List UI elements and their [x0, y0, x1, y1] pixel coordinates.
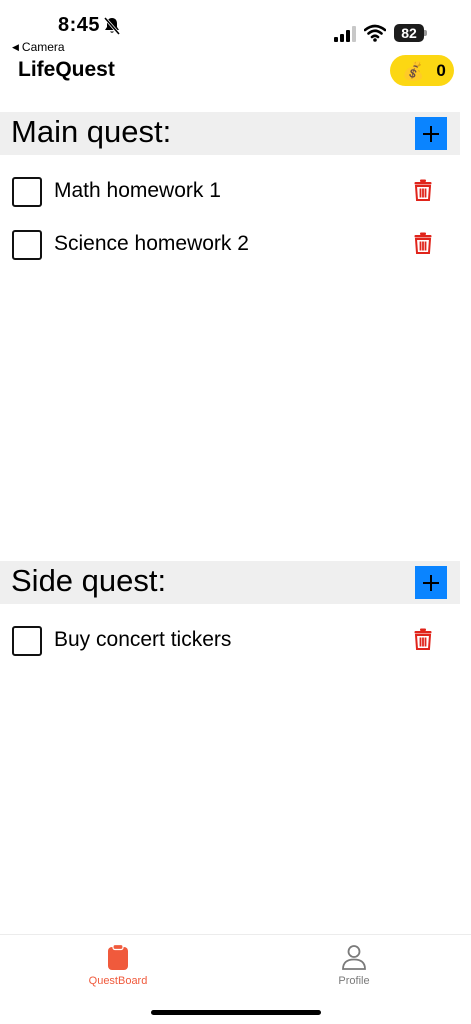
side-quest-title: Side quest:: [11, 563, 167, 598]
back-arrow-icon: ◀: [12, 41, 19, 52]
back-to-app-link[interactable]: ◀ Camera: [12, 40, 65, 54]
tab-questboard[interactable]: QuestBoard: [58, 943, 178, 987]
tab-profile[interactable]: Profile: [294, 943, 414, 987]
list-item: Science homework 2: [0, 230, 471, 270]
wifi-icon: [364, 24, 386, 42]
list-item: Buy concert tickers: [0, 626, 471, 666]
battery-indicator: 82: [394, 24, 428, 42]
plus-icon: [423, 125, 439, 142]
add-main-quest-button[interactable]: [415, 117, 447, 150]
bell-muted-icon: [103, 17, 121, 35]
list-item: Math homework 1: [0, 177, 471, 217]
quest-checkbox[interactable]: [12, 177, 42, 207]
battery-nub: [424, 30, 427, 36]
home-indicator: [151, 1010, 321, 1015]
app-title: LifeQuest: [18, 58, 115, 81]
cellular-signal-icon: [334, 26, 356, 42]
money-bag-icon: 💰: [402, 60, 425, 81]
trash-icon[interactable]: [414, 232, 432, 254]
quest-label: Science homework 2: [54, 232, 249, 255]
coin-balance-pill[interactable]: 💰 0: [390, 55, 454, 86]
coin-count: 0: [436, 60, 446, 80]
add-side-quest-button[interactable]: [415, 566, 447, 599]
back-app-label: Camera: [21, 40, 65, 54]
quest-checkbox[interactable]: [12, 626, 42, 656]
clipboard-icon: [108, 943, 128, 970]
quest-label: Math homework 1: [54, 179, 221, 202]
main-quest-header: Main quest:: [0, 112, 460, 155]
quest-checkbox[interactable]: [12, 230, 42, 260]
battery-level: 82: [394, 24, 424, 42]
status-time: 8:45: [58, 14, 101, 36]
plus-icon: [423, 574, 439, 591]
tab-questboard-label: QuestBoard: [88, 975, 148, 987]
trash-icon[interactable]: [414, 628, 432, 650]
side-quest-header: Side quest:: [0, 561, 460, 604]
person-icon: [342, 945, 366, 970]
trash-icon[interactable]: [414, 179, 432, 201]
tab-profile-label: Profile: [338, 975, 370, 987]
quest-label: Buy concert tickers: [54, 628, 232, 651]
status-bar: 8:45 ◀ Camera 82: [0, 0, 471, 54]
main-quest-title: Main quest:: [11, 114, 172, 149]
